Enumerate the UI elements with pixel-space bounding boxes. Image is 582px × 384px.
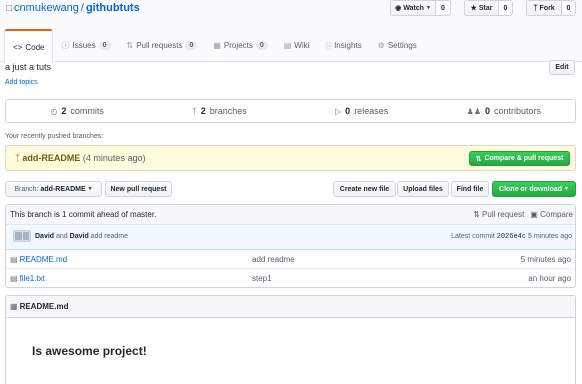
file-link[interactable]: ▤ README.md <box>10 255 67 264</box>
projects-counter: 0 <box>255 41 268 50</box>
repo-separator: / <box>80 2 84 14</box>
readme-heading: Is awesome project! <box>32 344 147 358</box>
watch-count[interactable]: 0 <box>436 0 451 16</box>
recent-branch-banner: ᛉ add-README (4 minutes ago) ⇅ Compare & … <box>5 145 576 171</box>
branch-status-actions: ⇅ Pull request ▣ Compare <box>473 210 573 219</box>
commit-summary: David and David add readme <box>35 233 129 240</box>
recent-branch-text: ᛉ add-README (4 minutes ago) <box>15 153 145 163</box>
issues-counter: 0 <box>98 41 111 50</box>
recent-branch-time: (4 minutes ago) <box>82 153 146 163</box>
commits-summary[interactable]: ◴ 2 commits <box>6 100 148 122</box>
file-age: an hour ago <box>528 274 571 283</box>
star-action: ★ Star 0 <box>464 0 513 16</box>
repo-icon: □ <box>6 3 13 14</box>
watch-action: ◉ Watch ▼ 0 <box>390 0 451 16</box>
code-icon: <> <box>13 42 23 52</box>
latest-commit-bar: David and David add readme Latest commit… <box>6 225 575 250</box>
repo-owner-link[interactable]: cnmukewang <box>14 2 79 14</box>
tab-wiki[interactable]: ▤ Wiki <box>276 29 318 62</box>
caret-down-icon: ▼ <box>564 186 569 192</box>
repo-summary: ◴ 2 commits ᛉ 2 branches ▷ 0 releases ♟♟… <box>5 99 576 123</box>
star-button[interactable]: ★ Star <box>464 0 499 16</box>
issue-icon: ⓘ <box>61 41 70 50</box>
compare-pull-request-button[interactable]: ⇅ Compare & pull request <box>469 151 570 166</box>
pull-request-icon: ⇅ <box>473 210 480 219</box>
file-age: 5 minutes ago <box>520 255 571 264</box>
branches-summary[interactable]: ᛉ 2 branches <box>148 100 290 122</box>
upload-files-button[interactable]: Upload files <box>397 181 449 197</box>
edit-button[interactable]: Edit <box>549 60 575 75</box>
file-browser: This branch is 1 commit ahead of master.… <box>5 204 576 288</box>
tab-code[interactable]: <> Code <box>4 29 54 63</box>
tab-insights[interactable]: ░ Insights <box>317 29 369 62</box>
pull-request-icon: ⇅ <box>475 155 482 163</box>
releases-summary[interactable]: ▷ 0 releases <box>291 100 433 122</box>
file-commit-message[interactable]: add readme <box>252 255 295 264</box>
compare-link[interactable]: ▣ Compare <box>530 210 573 219</box>
ahead-status: This branch is 1 commit ahead of master. <box>10 210 157 219</box>
tag-icon: ▷ <box>335 106 342 116</box>
star-count[interactable]: 0 <box>499 0 513 16</box>
contributors-summary[interactable]: ♟♟ 0 contributors <box>433 100 575 122</box>
create-new-file-button[interactable]: Create new file <box>333 181 396 197</box>
repo-nav-tabs: <> Code ⓘ Issues 0 ⇅ Pull requests 0 ▦ P… <box>4 29 425 63</box>
diff-icon: ▣ <box>530 210 538 219</box>
pull-request-icon: ⇅ <box>126 41 134 50</box>
repo-description: a just a tuts <box>5 62 52 72</box>
tab-settings[interactable]: ⚙ Settings <box>370 29 425 62</box>
pull-requests-counter: 0 <box>185 41 198 50</box>
readme-panel: ▦ README.md Is awesome project! <box>5 295 576 384</box>
branch-status-bar: This branch is 1 commit ahead of master.… <box>6 205 575 225</box>
find-file-button[interactable]: Find file <box>451 181 489 197</box>
tab-projects[interactable]: ▦ Projects 0 <box>205 29 275 62</box>
commit-author-2[interactable]: David <box>70 233 89 240</box>
book-icon: ▤ <box>283 41 292 50</box>
tab-issues[interactable]: ⓘ Issues 0 <box>53 29 118 62</box>
recent-branches-label: Your recently pushed branches: <box>5 133 104 140</box>
caret-down-icon: ▼ <box>87 186 93 192</box>
people-icon: ♟♟ <box>466 106 482 116</box>
branch-icon: ᛉ <box>15 153 21 163</box>
latest-commit-info: Latest commit 2026e4c 5 minutes ago <box>451 233 572 241</box>
commit-sha-link[interactable]: 2026e4c <box>497 233 526 241</box>
table-row: ▤ file1.txt step1 an hour ago <box>6 269 575 287</box>
list-icon: ▦ <box>10 302 18 311</box>
table-row: ▤ README.md add readme 5 minutes ago <box>6 250 575 269</box>
file-icon: ▤ <box>10 274 18 283</box>
caret-down-icon: ▼ <box>425 5 431 11</box>
eye-icon: ◉ <box>395 5 402 12</box>
commit-message-link[interactable]: add readme <box>91 233 128 240</box>
tab-pull-requests[interactable]: ⇅ Pull requests 0 <box>119 29 206 62</box>
readme-header: ▦ README.md <box>6 296 575 318</box>
file-icon: ▤ <box>10 255 18 264</box>
fork-icon: ᛉ <box>533 4 538 12</box>
branch-select-button[interactable]: Branch: add-README ▼ <box>5 181 102 197</box>
branch-icon: ᛉ <box>191 106 197 116</box>
file-commit-message[interactable]: step1 <box>252 274 272 283</box>
fork-count[interactable]: 0 <box>562 0 576 16</box>
watch-button[interactable]: ◉ Watch ▼ <box>390 0 436 16</box>
repo-title: □ cnmukewang / githubtuts <box>6 1 140 16</box>
repo-header: □ cnmukewang / githubtuts ◉ Watch ▼ 0 ★ Sta… <box>0 0 582 63</box>
repo-name-link[interactable]: githubtuts <box>86 2 140 14</box>
clone-download-button[interactable]: Clone or download ▼ <box>492 181 576 197</box>
fork-button[interactable]: ᛉ Fork <box>526 0 562 16</box>
avatar[interactable] <box>13 230 31 242</box>
fork-action: ᛉ Fork 0 <box>526 0 576 16</box>
project-icon: ▦ <box>213 41 221 50</box>
new-pull-request-button[interactable]: New pull request <box>105 181 172 197</box>
star-icon: ★ <box>470 5 477 12</box>
readme-title: ▦ README.md <box>10 302 69 311</box>
recent-branch-name: add-README <box>22 153 81 163</box>
graph-icon: ░ <box>325 41 332 50</box>
add-topics-link[interactable]: Add topics <box>5 79 38 86</box>
file-link[interactable]: ▤ file1.txt <box>10 274 45 283</box>
history-icon: ◴ <box>50 106 58 116</box>
commit-author-1[interactable]: David <box>35 233 54 240</box>
gear-icon: ⚙ <box>377 41 385 50</box>
pull-request-link[interactable]: ⇅ Pull request <box>473 210 524 219</box>
